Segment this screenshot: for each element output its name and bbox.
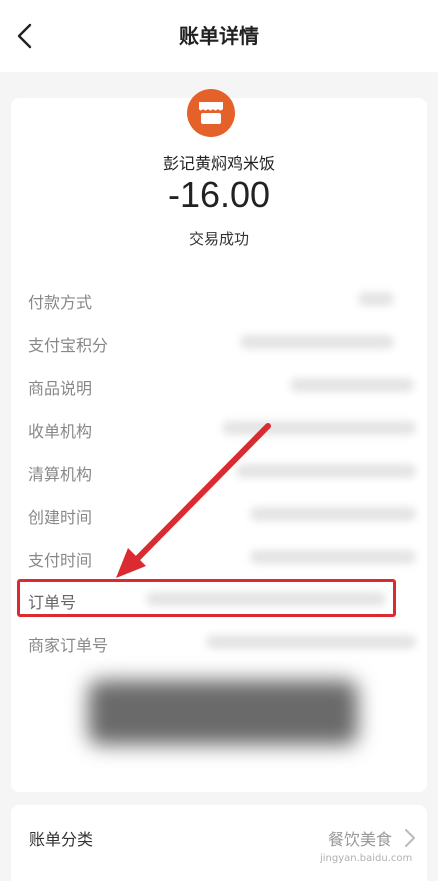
row-label-created-time: 创建时间 (28, 508, 93, 527)
bill-category-value[interactable]: 餐饮美食 (328, 826, 392, 850)
watermark-text: jingyan.baidu.com (320, 853, 413, 864)
merchant-shop-icon (187, 89, 235, 137)
page-title: 账单详情 (179, 24, 259, 48)
row-label-alipay-points: 支付宝积分 (28, 336, 109, 355)
row-label-paid-time: 支付时间 (28, 551, 93, 570)
bill-category-label: 账单分类 (29, 830, 94, 849)
order-number-highlight (17, 579, 396, 617)
blurred-value (240, 335, 394, 349)
blurred-value (222, 421, 416, 435)
transaction-status: 交易成功 (188, 230, 249, 248)
blurred-value (358, 292, 394, 306)
transaction-amount: -16.00 (167, 174, 271, 215)
row-label-payment-method: 付款方式 (28, 293, 93, 312)
merchant-name: 彭记黄焖鸡米饭 (162, 154, 275, 173)
row-label-clearing-institution: 清算机构 (28, 465, 93, 484)
row-label-product-description: 商品说明 (28, 379, 93, 398)
nav-bar: 账单详情 (0, 0, 438, 72)
blurred-value (250, 550, 416, 564)
blurred-barcode (88, 680, 358, 745)
blurred-value (236, 464, 416, 478)
blurred-value (250, 507, 416, 521)
chevron-right-icon[interactable] (404, 828, 416, 848)
row-label-merchant-order-number: 商家订单号 (28, 636, 109, 655)
blurred-value (206, 635, 416, 649)
row-label-acquiring-institution: 收单机构 (28, 422, 93, 441)
blurred-value (290, 378, 414, 392)
